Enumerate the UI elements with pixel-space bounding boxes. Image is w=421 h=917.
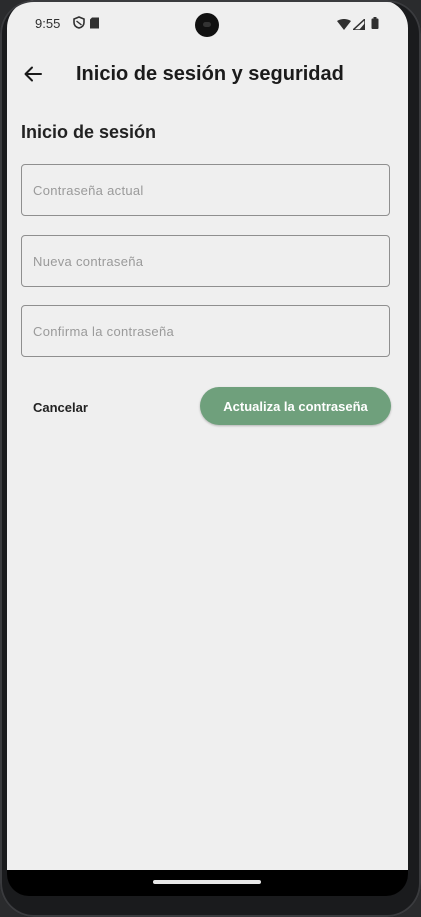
cancel-button[interactable]: Cancelar [21, 388, 100, 426]
home-indicator[interactable] [153, 880, 261, 884]
navigation-bar [7, 870, 408, 896]
sd-card-icon [89, 16, 100, 34]
shield-icon [73, 16, 85, 34]
app-bar: Inicio de sesión y seguridad [7, 52, 408, 100]
battery-icon [371, 16, 379, 34]
page-title: Inicio de sesión y seguridad [76, 63, 344, 85]
device-frame: 9:55 Inicio de sesión y seguridad Inicio… [0, 0, 421, 917]
status-bar: 9:55 [7, 0, 408, 48]
current-password-input[interactable] [22, 165, 389, 215]
status-time: 9:55 [35, 16, 61, 31]
confirm-password-field[interactable] [21, 305, 390, 357]
current-password-field[interactable] [21, 164, 390, 216]
app-screen: 9:55 Inicio de sesión y seguridad Inicio… [7, 0, 408, 870]
front-camera [195, 13, 219, 37]
signal-icon [351, 17, 366, 35]
wifi-icon [337, 17, 351, 35]
section-title: Inicio de sesión [21, 122, 157, 142]
new-password-input[interactable] [22, 236, 389, 286]
confirm-password-input[interactable] [22, 306, 389, 356]
back-button[interactable] [19, 62, 47, 90]
arrow-left-icon [24, 66, 42, 87]
new-password-field[interactable] [21, 235, 390, 287]
update-password-button[interactable]: Actualiza la contraseña [200, 387, 391, 425]
